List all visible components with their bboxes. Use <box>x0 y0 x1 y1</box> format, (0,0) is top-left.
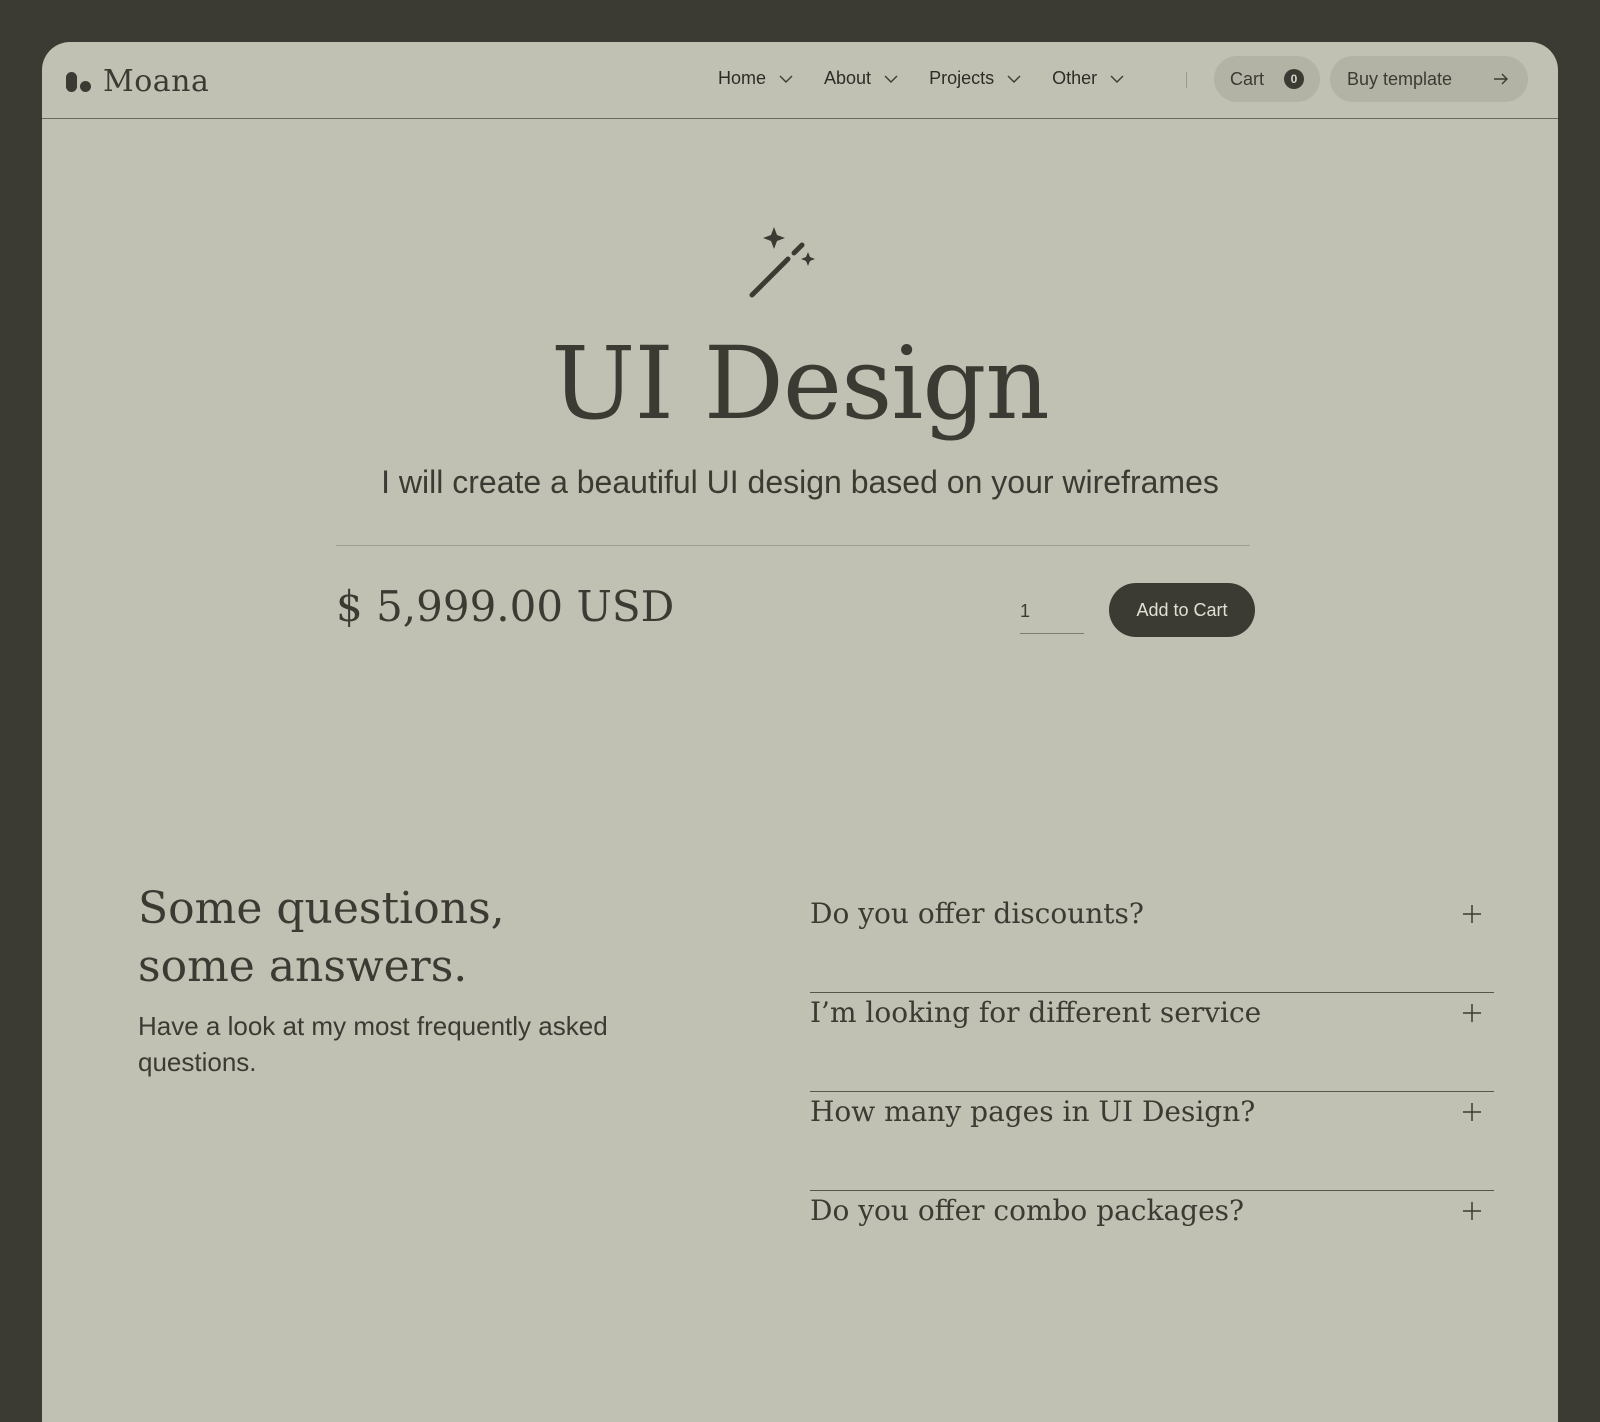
faq-item[interactable]: I’m looking for different service <box>810 993 1494 1092</box>
cart-label: Cart <box>1230 68 1265 89</box>
faq-item[interactable]: Do you offer combo packages? <box>810 1191 1494 1289</box>
add-to-cart-button[interactable]: Add to Cart <box>1109 583 1255 637</box>
faq-heading: Some questions, some answers. <box>138 880 678 996</box>
chevron-down-icon <box>884 75 898 83</box>
brand-name: Moana <box>103 64 210 99</box>
nav-divider <box>1186 72 1187 88</box>
logo-mark-icon <box>66 71 91 92</box>
faq-heading-line: some answers. <box>138 941 468 992</box>
hero-subtitle: I will create a beautiful UI design base… <box>381 464 1219 500</box>
faq-list: Do you offer discounts? I’m looking for … <box>810 894 1494 1289</box>
chevron-down-icon <box>779 75 793 83</box>
buy-template-button[interactable]: Buy template <box>1330 56 1528 102</box>
quantity-input[interactable] <box>1020 590 1084 634</box>
nav-item-other[interactable]: Other <box>1052 68 1125 89</box>
product-price: $ 5,999.00 USD <box>336 582 675 631</box>
plus-icon[interactable] <box>1462 1102 1482 1122</box>
divider <box>336 545 1250 546</box>
nav-menu: Home About Projects Other <box>718 68 1155 89</box>
nav-item-label: Projects <box>929 68 995 88</box>
nav-item-home[interactable]: Home <box>718 68 794 89</box>
nav-item-about[interactable]: About <box>824 68 899 89</box>
arrow-right-icon <box>1494 73 1508 85</box>
plus-icon[interactable] <box>1462 904 1482 924</box>
brand-logo[interactable]: Moana <box>66 64 209 99</box>
faq-item[interactable]: Do you offer discounts? <box>810 894 1494 993</box>
top-nav: Moana Home About Projects Other Cart 0 B… <box>42 42 1558 119</box>
faq-description: Have a look at my most frequently asked … <box>138 1011 608 1077</box>
page-frame: Moana Home About Projects Other Cart 0 B… <box>42 42 1558 1422</box>
chevron-down-icon <box>1110 75 1124 83</box>
magic-wand-icon <box>749 227 815 298</box>
plus-icon[interactable] <box>1462 1003 1482 1023</box>
nav-item-label: Other <box>1052 68 1098 88</box>
faq-question: Do you offer combo packages? <box>810 1194 1245 1227</box>
faq-question: I’m looking for different service <box>810 996 1262 1029</box>
faq-heading-line: Some questions, <box>138 883 505 934</box>
plus-icon[interactable] <box>1462 1201 1482 1221</box>
nav-item-label: Home <box>718 68 767 88</box>
nav-item-projects[interactable]: Projects <box>929 68 1022 89</box>
faq-question: Do you offer discounts? <box>810 897 1144 930</box>
cart-button[interactable]: Cart 0 <box>1214 56 1320 102</box>
faq-item[interactable]: How many pages in UI Design? <box>810 1092 1494 1191</box>
cart-count-badge: 0 <box>1284 69 1304 89</box>
page-title: UI Design <box>551 325 1050 442</box>
buy-template-label: Buy template <box>1347 68 1453 89</box>
nav-item-label: About <box>824 68 872 88</box>
faq-question: How many pages in UI Design? <box>810 1095 1256 1128</box>
chevron-down-icon <box>1007 75 1021 83</box>
